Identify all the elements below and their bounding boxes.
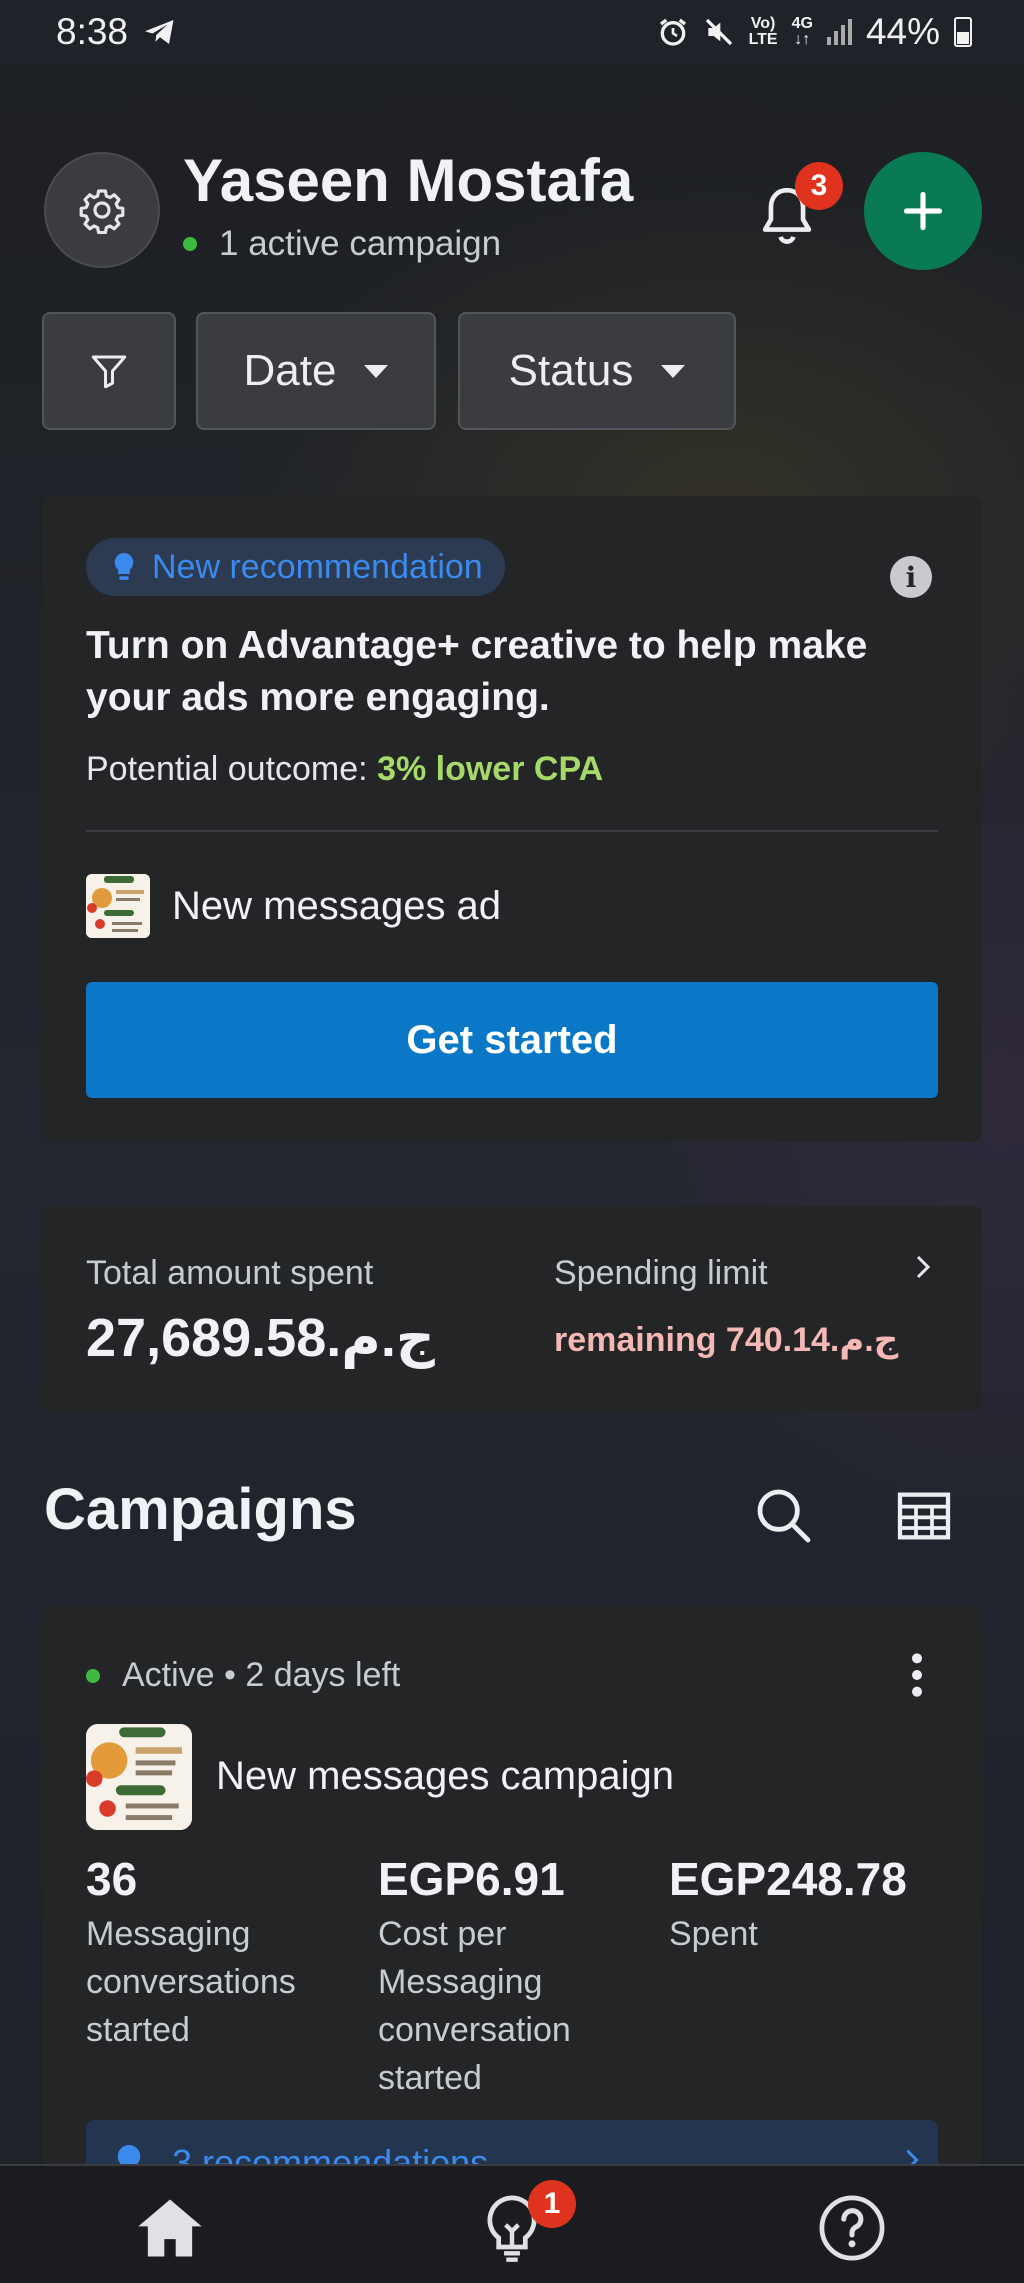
home-icon[interactable] [132,2190,208,2266]
new-recommendation-label: New recommendation [152,547,483,586]
ad-name: New messages ad [172,884,502,928]
campaign-thumbnail [86,1724,192,1830]
plus-icon [903,191,943,231]
metric-value: EGP248.78 [669,1853,907,1905]
status-time: 8:38 [56,11,129,52]
outcome-label: Potential outcome: [86,750,378,788]
metric-value: EGP6.91 [378,1853,565,1905]
status-filter-label: Status [508,346,634,395]
get-started-button[interactable]: Get started [86,982,938,1098]
new-recommendation-pill: New recommendation [86,538,505,596]
lightbulb-icon [117,2145,141,2166]
potential-outcome: Potential outcome: 3% lower CPA [86,750,603,789]
more-options-icon[interactable] [902,1650,932,1700]
date-filter-dropdown[interactable]: Date [196,312,436,430]
status-bar: 8:38 Vo) LTE 4G ↓↑ 44% [0,0,1024,64]
spending-limit-remaining: remaining 740.14ج.م.‏ [554,1321,899,1359]
caret-down-icon [364,364,389,378]
total-spent-label: Total amount spent [86,1254,374,1292]
filter-button[interactable] [42,312,176,430]
metric-label: Messaging conversations started [86,1915,296,2049]
metric-label: Spent [669,1915,758,1953]
signal-icon [826,19,852,45]
network-indicator: 4G ↓↑ [791,15,813,48]
metric-spent: EGP248.78 Spent [669,1852,929,1958]
battery-icon [954,17,972,47]
recommendations-badge: 1 [528,2180,576,2228]
spending-summary-card[interactable]: Total amount spent 27,689.58ج.م.‏ Spendi… [42,1206,982,1412]
help-icon[interactable] [814,2190,890,2266]
metric-conversations: 36 Messaging conversations started [86,1852,346,2054]
campaign-recommendations-bar[interactable]: 3 recommendations [86,2120,938,2166]
table-view-icon[interactable] [892,1484,956,1548]
active-dot-icon [183,237,197,251]
lightbulb-icon [114,553,134,580]
date-filter-label: Date [243,346,337,395]
campaigns-title: Campaigns [44,1477,357,1542]
outcome-value: 3% lower CPA [377,750,604,788]
caret-down-icon [661,364,686,378]
chevron-right-icon[interactable] [908,1252,938,1282]
account-name[interactable]: Yaseen Mostafa [183,146,633,215]
spending-limit-label: Spending limit [554,1254,768,1292]
bottom-navigation [0,2164,1024,2283]
status-filter-dropdown[interactable]: Status [458,312,736,430]
search-icon[interactable] [752,1484,816,1548]
gear-icon [79,189,125,234]
recommendation-card: New recommendation i Turn on Advantage+ … [42,496,982,1142]
notification-badge: 3 [795,162,843,210]
filter-funnel-icon [91,355,127,389]
volte-indicator: Vo) LTE [748,15,778,48]
active-campaign-text: 1 active campaign [219,224,502,263]
ad-thumbnail [86,874,150,938]
campaign-name: New messages campaign [216,1754,674,1798]
divider [86,830,938,832]
chevron-right-icon [906,2149,919,2166]
metric-label: Cost per Messaging conversation started [378,1915,571,2097]
recommendation-title: Turn on Advantage+ creative to help make… [86,624,868,719]
metric-cost-per-conversation: EGP6.91 Cost per Messaging conversation … [378,1852,638,2102]
settings-button[interactable] [44,152,160,268]
metric-value: 36 [86,1853,138,1905]
active-dot-icon [86,1668,100,1683]
mute-icon [705,18,732,46]
campaign-card[interactable]: Active • 2 days left New messages campai… [42,1606,982,2166]
create-ad-button[interactable] [864,152,982,270]
alarm-icon [659,18,686,46]
active-campaign-status: 1 active campaign [183,224,501,264]
campaign-status: Active • 2 days left [86,1656,400,1695]
battery-percent: 44% [865,11,940,52]
total-spent-value: 27,689.58ج.م.‏ [86,1308,435,1368]
info-icon[interactable]: i [890,556,932,598]
recommendations-count-label: 3 recommendations [172,2142,489,2166]
campaign-status-text: Active • 2 days left [122,1656,401,1694]
telegram-icon [145,20,174,44]
